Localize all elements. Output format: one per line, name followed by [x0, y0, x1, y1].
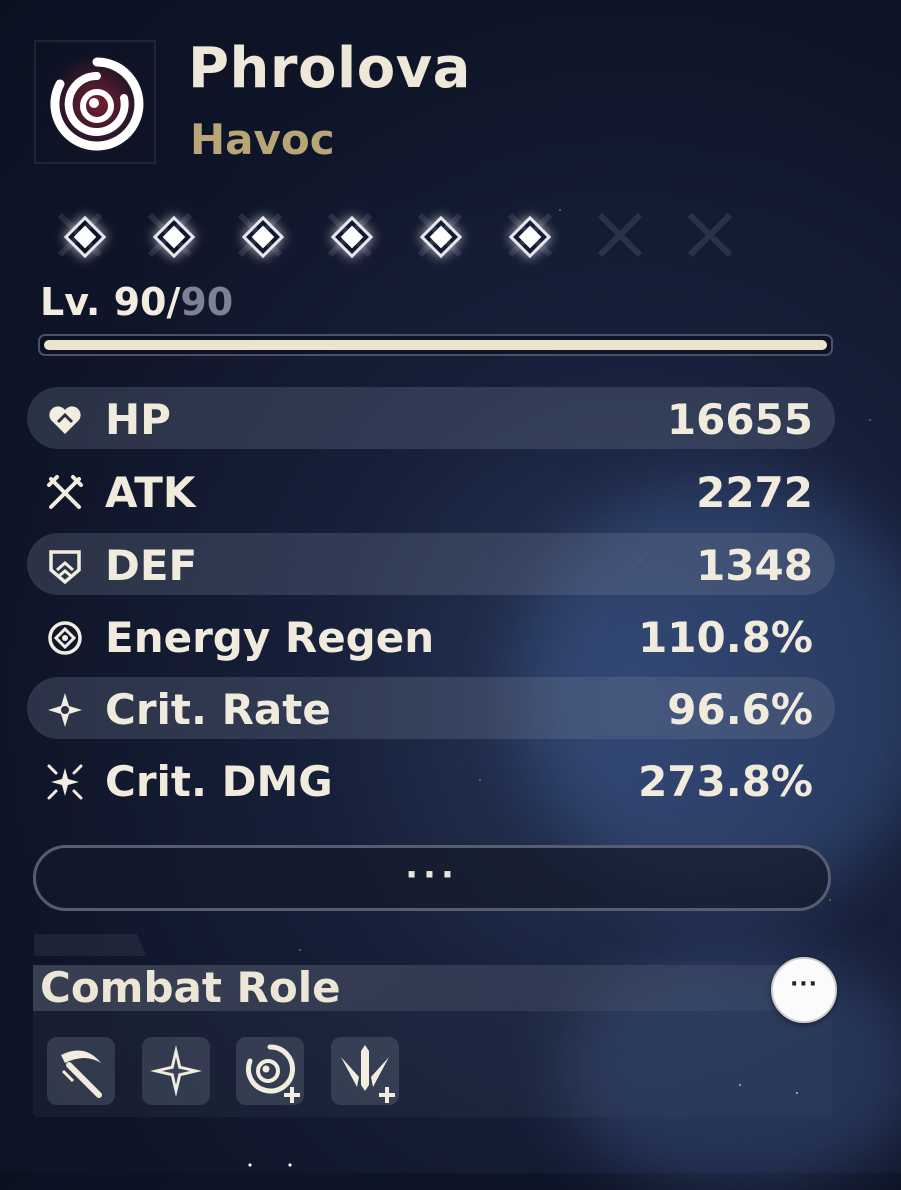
level-progress-fill: [44, 340, 827, 350]
stat-row-crit-dmg: Crit. DMG 273.8%: [27, 749, 835, 811]
sequence-node-3[interactable]: [241, 215, 285, 259]
sequence-nodes: [40, 205, 733, 265]
role-icon-slot-2[interactable]: [142, 1037, 210, 1105]
stat-value: 2272: [696, 468, 813, 517]
sequence-node-4[interactable]: [330, 215, 374, 259]
stat-label: Crit. DMG: [105, 757, 333, 806]
level-separator: /: [166, 280, 181, 324]
combat-role-title: Combat Role: [40, 963, 341, 1012]
character-name: Phrolova: [188, 36, 471, 101]
sequence-node-2[interactable]: [152, 215, 196, 259]
stat-value: 96.6%: [667, 685, 813, 734]
stat-value: 110.8%: [638, 613, 813, 662]
character-element: Havoc: [190, 115, 335, 164]
havoc-swirl-plus-icon: [246, 1044, 300, 1103]
crit-rate-star-icon: [48, 693, 82, 727]
crit-dmg-burst-icon: [47, 764, 83, 800]
level-max: 90: [180, 280, 234, 324]
four-point-star-icon: [150, 1045, 202, 1097]
level-prefix: Lv.: [40, 280, 114, 324]
havoc-element-icon: [47, 54, 147, 154]
def-shield-icon: [49, 550, 81, 585]
havoc-element-emblem: [34, 40, 156, 164]
scythe-slash-icon: [61, 1050, 102, 1098]
stat-row-energy-regen: Energy Regen 110.8%: [27, 605, 835, 667]
more-stats-button[interactable]: ···: [33, 845, 831, 911]
stat-value: 273.8%: [638, 757, 813, 806]
sequence-node-5[interactable]: [419, 215, 463, 259]
stat-label: Energy Regen: [105, 613, 435, 662]
level-current: 90: [113, 280, 167, 324]
stat-label: Crit. Rate: [105, 685, 331, 734]
stat-value: 16655: [666, 395, 813, 444]
stat-label: DEF: [105, 541, 198, 590]
stat-label: HP: [105, 395, 171, 444]
stat-row-hp: HP 16655: [27, 387, 835, 449]
hp-heart-icon: [49, 406, 81, 434]
stat-row-crit-rate: Crit. Rate 96.6%: [27, 677, 835, 739]
role-icon-slot-3[interactable]: [236, 1037, 304, 1105]
atk-crossed-swords-icon: [47, 475, 83, 509]
level-display: Lv. 90/90: [40, 280, 233, 324]
energy-regen-icon: [48, 621, 82, 655]
sequence-node-1[interactable]: [63, 215, 107, 259]
sword-wings-plus-icon: [341, 1045, 395, 1103]
combat-role-more-button[interactable]: ···: [771, 957, 837, 1023]
stat-row-def: DEF 1348: [27, 533, 835, 595]
stat-label: ATK: [105, 468, 196, 517]
sequence-ornament: [57, 212, 733, 258]
role-icon-slot-1[interactable]: [47, 1037, 115, 1105]
stat-row-atk: ATK 2272: [27, 460, 835, 522]
level-progress-bar: [38, 334, 833, 356]
sequence-node-6[interactable]: [508, 215, 552, 259]
section-tag: [34, 934, 146, 956]
stat-value: 1348: [696, 541, 813, 590]
role-icon-slot-4[interactable]: [331, 1037, 399, 1105]
